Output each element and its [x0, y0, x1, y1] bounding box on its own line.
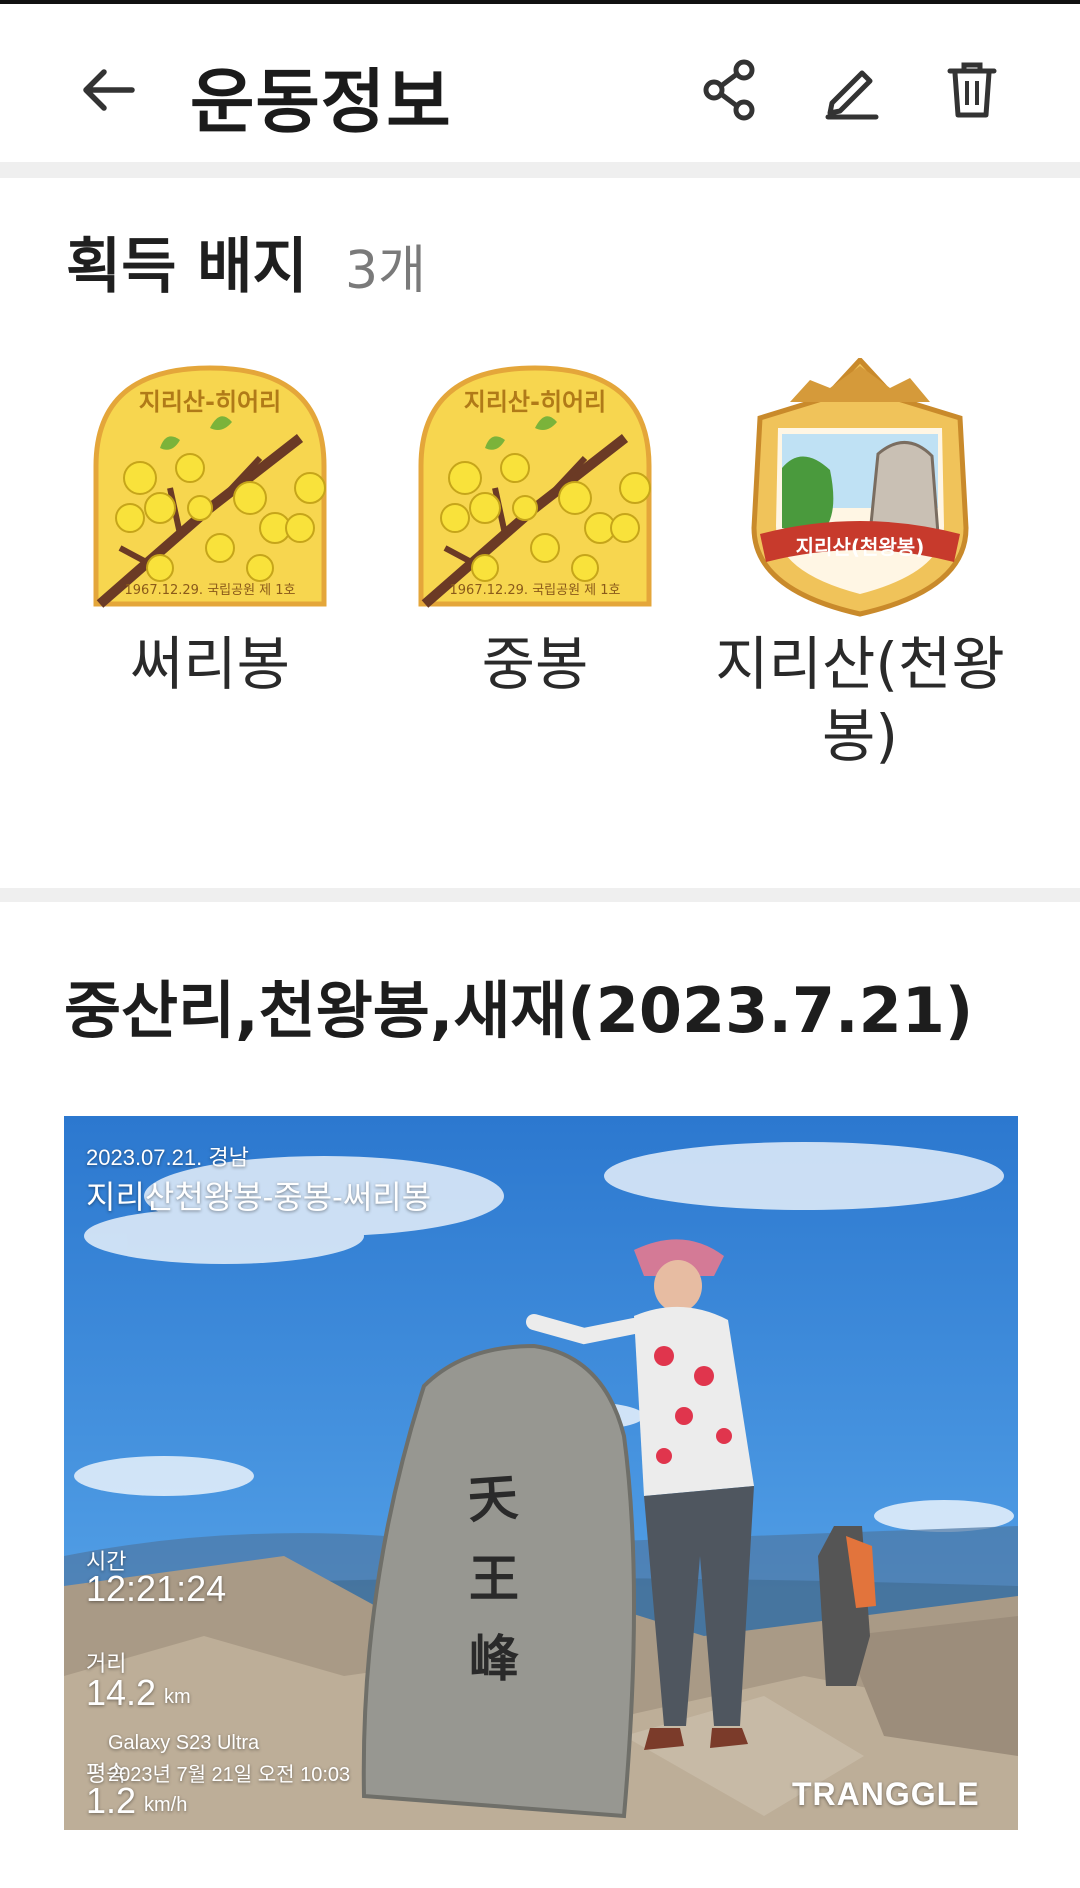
- photo-device: Galaxy S23 Ultra: [108, 1732, 260, 1754]
- share-button[interactable]: [690, 50, 770, 130]
- svg-text:峰: 峰: [469, 1629, 519, 1688]
- share-icon: [703, 59, 755, 121]
- activity-photo[interactable]: 天 王 峰 2023.07.21. 경남 지리산천왕봉-중봉-써리봉 시간 12…: [64, 1116, 1018, 1830]
- cheonwangbong-peak-badge-icon: 지리산(천왕봉): [751, 358, 969, 617]
- hieori-flower-badge-icon: 지리산-히어리 1967.12.29. 국립공원 제 1호: [418, 365, 652, 608]
- badge-bottom-text: 1967.12.29. 국립공원 제 1호: [450, 583, 621, 598]
- earned-badges-section: 획득 배지 3개 지리산-히어리 1967.12.29. 국립공원 제 1호 써…: [0, 178, 1080, 888]
- photo-distance: 14.2: [86, 1672, 157, 1713]
- trangle-logo: TRANGGLE: [792, 1776, 980, 1812]
- photo-date-region: 2023.07.21. 경남: [86, 1145, 249, 1170]
- badge-top-text: 지리산-히어리: [139, 388, 281, 416]
- photo-distance-unit: km: [164, 1686, 191, 1708]
- stone-inscription: 天: [466, 1467, 520, 1529]
- photo-timestamp: 2023년 7월 21일 오전 10:03: [108, 1764, 351, 1786]
- photo-speed: 1.2: [86, 1780, 137, 1821]
- badge-label: 지리산(천왕봉): [715, 630, 1005, 770]
- delete-button[interactable]: [932, 50, 1012, 130]
- photo-speed-unit: km/h: [144, 1794, 188, 1816]
- photo-time: 12:21:24: [86, 1568, 227, 1609]
- activity-title: 중산리,천왕봉,새재(2023.7.21): [64, 974, 974, 1047]
- page-title: 운동정보: [190, 61, 452, 143]
- app-header: 운동정보: [0, 4, 1080, 162]
- badge-item-jungbong[interactable]: 지리산-히어리 1967.12.29. 국립공원 제 1호 중봉: [385, 358, 685, 700]
- badge-item-sseoribong[interactable]: 지리산-히어리 1967.12.29. 국립공원 제 1호 써리봉: [60, 358, 360, 700]
- svg-text:王: 王: [469, 1549, 519, 1608]
- section-divider: [0, 888, 1080, 902]
- badge-ribbon-text: 지리산(천왕봉): [796, 535, 925, 559]
- hieori-flower-badge-icon: 지리산-히어리 1967.12.29. 국립공원 제 1호: [93, 365, 327, 608]
- summit-photo-image: 天 王 峰: [64, 1116, 1018, 1830]
- trash-icon: [947, 62, 997, 118]
- badge-label: 써리봉: [129, 630, 291, 698]
- badge-top-text: 지리산-히어리: [464, 388, 606, 416]
- back-arrow-icon: [83, 69, 135, 111]
- edit-icon: [825, 70, 879, 120]
- badge-item-cheonwangbong[interactable]: 지리산(천왕봉) 지리산(천왕봉): [710, 358, 1010, 772]
- back-button[interactable]: [68, 50, 148, 130]
- badges-heading: 획득 배지: [66, 232, 308, 302]
- photo-route: 지리산천왕봉-중봉-써리봉: [86, 1179, 432, 1215]
- badge-bottom-text: 1967.12.29. 국립공원 제 1호: [125, 583, 296, 598]
- badges-count: 3개: [345, 241, 426, 301]
- edit-button[interactable]: [812, 50, 892, 130]
- header-divider: [0, 162, 1080, 178]
- badge-label: 중봉: [481, 630, 589, 698]
